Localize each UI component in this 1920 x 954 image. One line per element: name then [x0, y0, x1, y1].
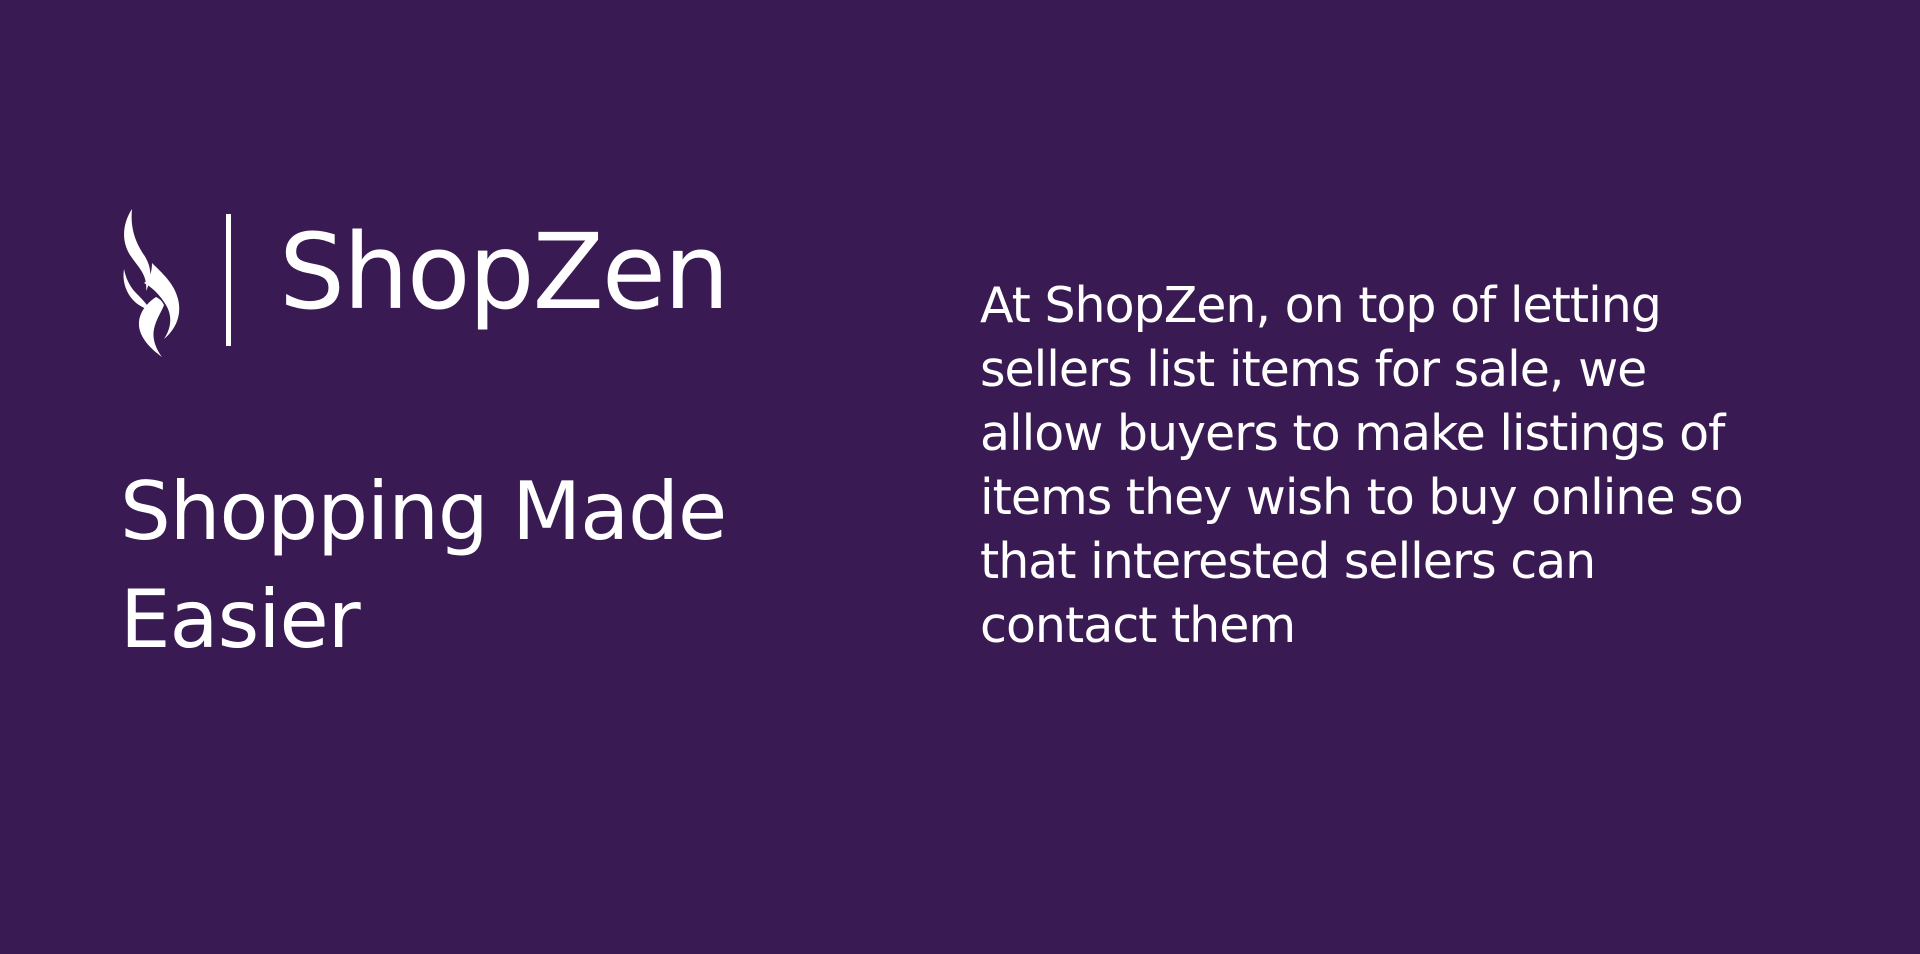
description: At ShopZen, on top of letting sellers li… — [980, 274, 1840, 658]
brand-header: ShopZen — [122, 208, 730, 358]
description-line: allow buyers to make listings of — [980, 405, 1725, 462]
brand-name: ShopZen — [279, 211, 730, 333]
tagline-line: Easier — [120, 573, 361, 666]
description-line: At ShopZen, on top of letting — [980, 277, 1662, 334]
tagline: Shopping Made Easier — [120, 458, 800, 674]
description-line: sellers list items for sale, we — [980, 341, 1647, 398]
description-line: that interested sellers can — [980, 533, 1596, 590]
description-line: contact them — [980, 597, 1296, 654]
brand-divider — [226, 214, 231, 346]
landing-page: ShopZen Shopping Made Easier At ShopZen,… — [0, 0, 1920, 954]
tagline-line: Shopping Made — [120, 465, 727, 558]
description-line: items they wish to buy online so — [980, 469, 1744, 526]
flame-icon — [123, 209, 180, 357]
